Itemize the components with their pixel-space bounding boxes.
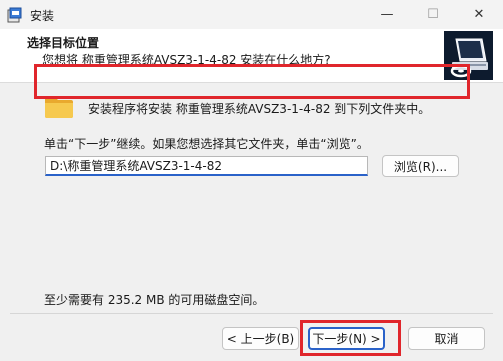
back-button[interactable]: < 上一步(B) — [222, 327, 299, 350]
install-info-text: 安装程序将安装 称重管理系统AVSZ3-1-4-82 到下列文件夹中。 — [88, 102, 431, 116]
maximize-button[interactable]: ☐ — [410, 0, 456, 29]
next-button[interactable]: 下一步(N) > — [308, 327, 385, 350]
browse-button[interactable]: 浏览(R)... — [382, 155, 459, 177]
title-bar: 安装 — ☐ ✕ — [0, 0, 503, 29]
wizard-body: 安装程序将安装 称重管理系统AVSZ3-1-4-82 到下列文件夹中。 单击“下… — [0, 83, 503, 313]
page-title: 选择目标位置 — [27, 36, 100, 50]
wizard-header: 选择目标位置 您想将 称重管理系统AVSZ3-1-4-82 安装在什么地方? — [0, 29, 503, 83]
instruction-text: 单击“下一步”继续。如果您想选择其它文件夹，单击“浏览”。 — [44, 137, 369, 151]
page-subtitle: 您想将 称重管理系统AVSZ3-1-4-82 安装在什么地方? — [42, 53, 331, 67]
folder-icon — [44, 95, 74, 122]
install-path-input[interactable] — [45, 156, 368, 176]
cancel-button[interactable]: 取消 — [408, 327, 485, 350]
computer-disk-icon — [444, 31, 493, 80]
footer-divider — [10, 313, 493, 314]
window-title: 安装 — [30, 9, 55, 23]
disk-space-text: 至少需要有 235.2 MB 的可用磁盘空间。 — [44, 293, 265, 307]
setup-app-icon — [7, 7, 23, 23]
close-button[interactable]: ✕ — [456, 0, 502, 29]
minimize-button[interactable]: — — [364, 0, 410, 29]
